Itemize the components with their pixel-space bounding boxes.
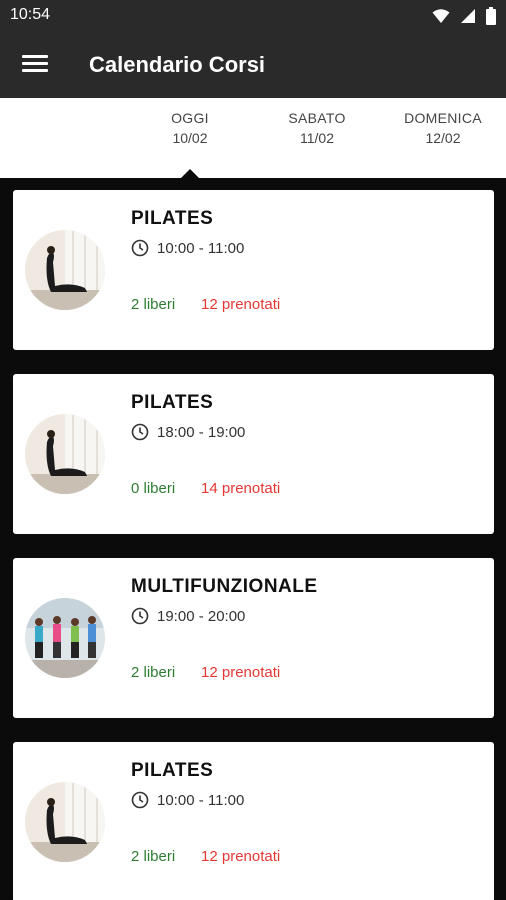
course-image-multifunctional xyxy=(25,598,105,678)
course-card[interactable]: PILATES 10:00 - 11:00 2 liberi 12 prenot… xyxy=(13,742,494,900)
course-card[interactable]: MULTIFUNZIONALE 19:00 - 20:00 2 liberi 1… xyxy=(13,558,494,718)
course-time: 10:00 - 11:00 xyxy=(131,790,244,810)
clock-icon xyxy=(131,423,149,441)
cellular-signal-icon xyxy=(461,9,475,23)
course-time-text: 10:00 - 11:00 xyxy=(157,791,245,809)
course-image-pilates xyxy=(25,230,105,310)
date-tabs: OGGI 10/02 SABATO 11/02 DOMENICA 12/02 xyxy=(0,98,506,178)
free-spots: 2 liberi xyxy=(131,664,176,681)
gesture-navigation-bar[interactable] xyxy=(186,885,320,890)
course-title: PILATES xyxy=(131,208,214,229)
clock-icon xyxy=(131,239,149,257)
status-time: 10:54 xyxy=(10,6,51,23)
course-card[interactable]: PILATES 18:00 - 19:00 0 liberi 14 prenot… xyxy=(13,374,494,534)
course-time-text: 10:00 - 11:00 xyxy=(157,239,245,257)
course-list[interactable]: PILATES 10:00 - 11:00 2 liberi 12 prenot… xyxy=(0,178,506,900)
tab-today[interactable]: OGGI 10/02 xyxy=(130,108,250,148)
pilates-illustration xyxy=(25,782,105,862)
tab-date-label: 11/02 xyxy=(300,130,334,146)
tab-date-label: 10/02 xyxy=(172,130,208,146)
course-time-text: 19:00 - 20:00 xyxy=(157,607,246,625)
wifi-icon xyxy=(432,9,450,23)
course-title: MULTIFUNZIONALE xyxy=(131,576,318,597)
course-title: PILATES xyxy=(131,392,214,413)
tab-day-label: DOMENICA xyxy=(404,110,482,126)
tab-sunday[interactable]: DOMENICA 12/02 xyxy=(383,108,503,148)
tab-day-label: OGGI xyxy=(171,110,209,126)
status-icons xyxy=(432,7,496,25)
course-image-pilates xyxy=(25,782,105,862)
pilates-illustration xyxy=(25,414,105,494)
free-spots: 0 liberi xyxy=(131,480,176,497)
booked-count: 12 prenotati xyxy=(201,848,281,865)
multifunctional-illustration xyxy=(25,598,105,678)
pilates-illustration xyxy=(25,230,105,310)
free-spots: 2 liberi xyxy=(131,296,176,313)
clock-icon xyxy=(131,791,149,809)
course-time: 19:00 - 20:00 xyxy=(131,606,245,626)
battery-icon xyxy=(486,7,496,25)
status-bar: 10:54 xyxy=(0,0,506,32)
free-spots: 2 liberi xyxy=(131,848,176,865)
booked-count: 12 prenotati xyxy=(201,296,281,313)
course-image-pilates xyxy=(25,414,105,494)
course-time: 10:00 - 11:00 xyxy=(131,238,244,258)
course-card[interactable]: PILATES 10:00 - 11:00 2 liberi 12 prenot… xyxy=(13,190,494,350)
hamburger-menu-icon[interactable] xyxy=(22,52,48,78)
booked-count: 14 prenotati xyxy=(201,480,281,497)
course-time: 18:00 - 19:00 xyxy=(131,422,245,442)
tab-date-label: 12/02 xyxy=(425,130,461,146)
tab-day-label: SABATO xyxy=(288,110,346,126)
booked-count: 12 prenotati xyxy=(201,664,281,681)
clock-icon xyxy=(131,607,149,625)
course-time-text: 18:00 - 19:00 xyxy=(157,423,246,441)
app-bar: Calendario Corsi xyxy=(0,32,506,98)
page-title: Calendario Corsi xyxy=(89,52,266,77)
course-title: PILATES xyxy=(131,760,214,781)
tab-saturday[interactable]: SABATO 11/02 xyxy=(257,108,377,148)
